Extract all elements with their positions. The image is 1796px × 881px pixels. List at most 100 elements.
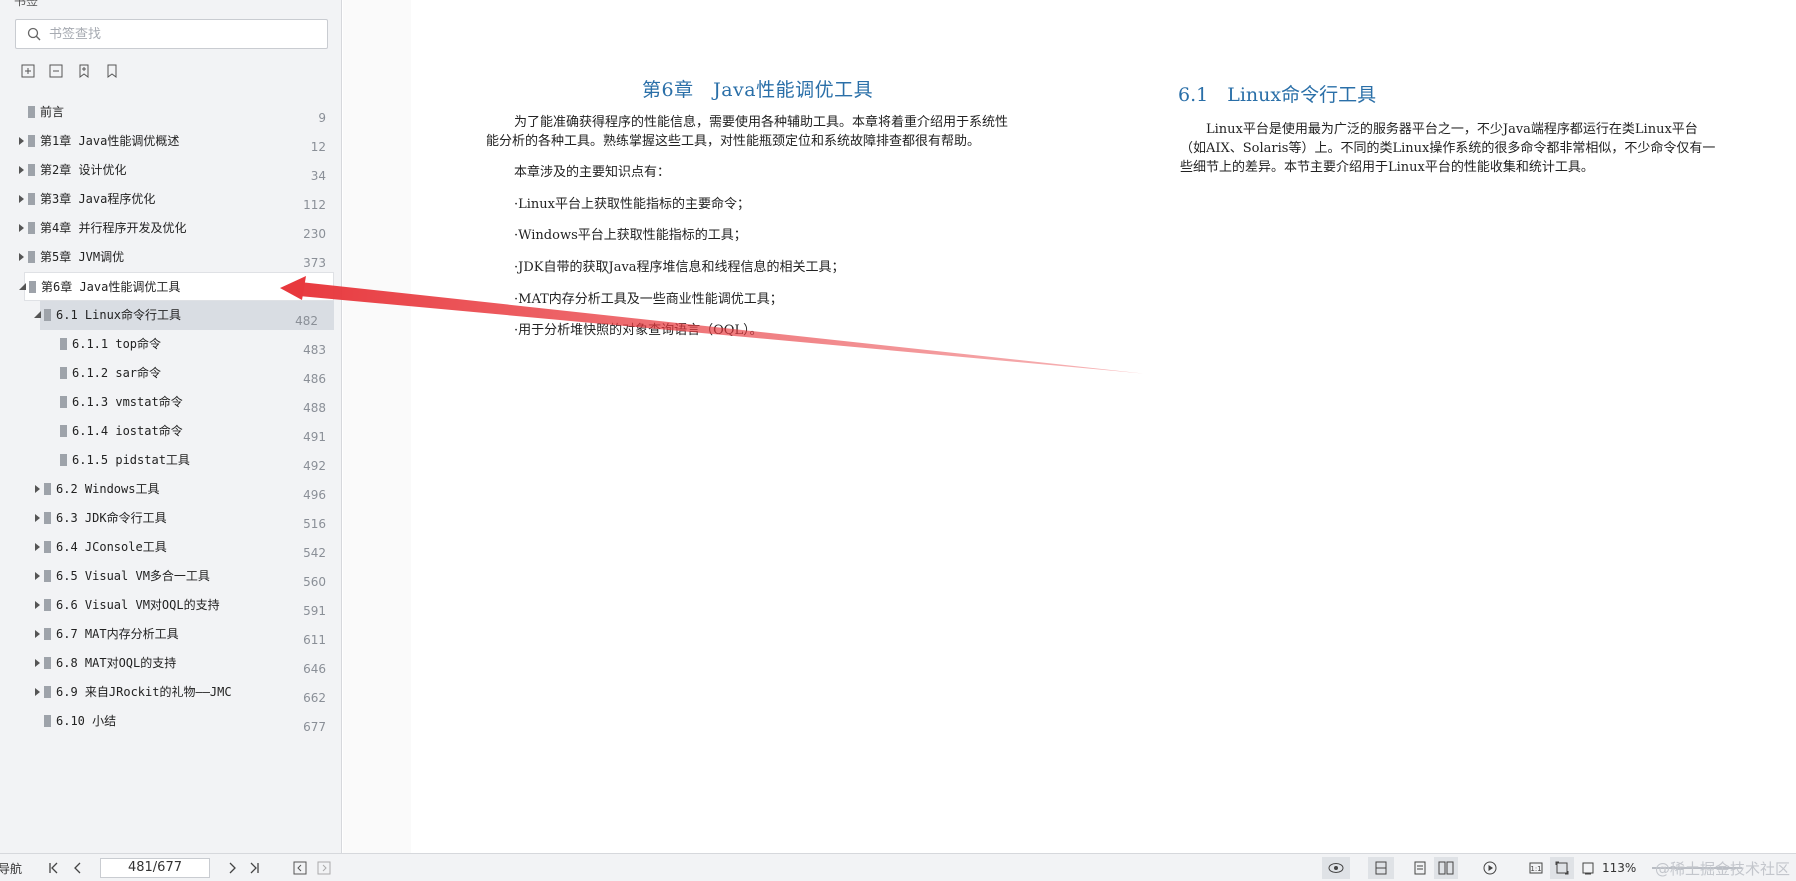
- point-2: ·Windows平台上获取性能指标的工具；: [514, 228, 747, 243]
- play-icon[interactable]: [1482, 860, 1498, 876]
- outline-item[interactable]: 第3章 Java程序优化 112: [0, 185, 342, 214]
- search-icon: [27, 27, 41, 41]
- outline-item-label: 6.6 Visual VM对OQL的支持: [56, 598, 220, 612]
- outline-item[interactable]: 第2章 设计优化 34: [0, 156, 342, 185]
- outline-item[interactable]: 6.2 Windows工具 496: [0, 475, 342, 504]
- outline-item[interactable]: 第4章 并行程序开发及优化 230: [0, 214, 342, 243]
- caret-right-icon[interactable]: [18, 195, 26, 203]
- first-page-icon[interactable]: [46, 860, 62, 876]
- bookmark-sidebar: 书签 前言 9 第1章 Java性能调优概述 12 第2章 设计优化 34 第3章 Java…: [0, 0, 342, 853]
- delete-bookmark-icon[interactable]: [104, 63, 120, 79]
- expand-all-icon[interactable]: [20, 63, 36, 79]
- collapse-all-icon[interactable]: [48, 63, 64, 79]
- read-mode-icon[interactable]: [1322, 857, 1350, 879]
- outline-item[interactable]: 6.8 MAT对OQL的支持 646: [0, 649, 342, 678]
- outline-item[interactable]: 6.3 JDK命令行工具 516: [0, 504, 342, 533]
- outline-item[interactable]: 6.1.1 top命令 483: [0, 330, 342, 359]
- caret-right-icon[interactable]: [34, 601, 42, 609]
- actual-size-icon[interactable]: 1:1: [1528, 860, 1544, 876]
- outline-item[interactable]: 6.6 Visual VM对OQL的支持 591: [0, 591, 342, 620]
- page-number-input[interactable]: 481/677: [100, 858, 210, 878]
- single-page-icon[interactable]: [1412, 860, 1428, 876]
- caret-right-icon[interactable]: [34, 630, 42, 638]
- caret-right-icon[interactable]: [34, 572, 42, 580]
- outline-item-label: 6.3 JDK命令行工具: [56, 511, 167, 525]
- outline-item-label: 6.10 小结: [56, 714, 117, 728]
- bookmark-outline-tree: 前言 9 第1章 Java性能调优概述 12 第2章 设计优化 34 第3章 Java程序优…: [0, 98, 342, 736]
- outline-item-label: 6.5 Visual VM多合一工具: [56, 569, 210, 583]
- section-body-line-2: （如AIX、Solaris等）上。不同的类Linux操作系统的很多命令都非常相似…: [1180, 141, 1716, 156]
- outline-item-label: 第4章 并行程序开发及优化: [40, 221, 187, 235]
- outline-item[interactable]: 6.1.4 iostat命令 491: [0, 417, 342, 446]
- bookmark-icon: [44, 309, 51, 321]
- next-page-icon[interactable]: [224, 860, 240, 876]
- outline-item-label: 6.4 JConsole工具: [56, 540, 167, 554]
- outline-item-label: 6.1.1 top命令: [72, 337, 162, 351]
- outline-item-page: 12: [310, 140, 326, 154]
- outline-item-page: 560: [303, 575, 326, 589]
- outline-item[interactable]: 第1章 Java性能调优概述 12: [0, 127, 342, 156]
- forward-icon[interactable]: [316, 860, 332, 876]
- outline-item-label: 第1章 Java性能调优概述: [40, 134, 180, 148]
- caret-down-icon[interactable]: [19, 283, 27, 291]
- bookmark-search-box[interactable]: [15, 19, 328, 49]
- caret-right-icon[interactable]: [34, 514, 42, 522]
- fit-page-icon[interactable]: [1550, 857, 1574, 879]
- outline-item-page: 491: [303, 430, 326, 444]
- continuous-scroll-icon[interactable]: [1368, 857, 1394, 879]
- outline-item[interactable]: 6.1.2 sar命令 486: [0, 359, 342, 388]
- outline-item[interactable]: 第5章 JVM调优 373: [0, 243, 342, 272]
- caret-right-icon[interactable]: [34, 485, 42, 493]
- prev-page-icon[interactable]: [70, 860, 86, 876]
- caret-right-icon[interactable]: [34, 543, 42, 551]
- caret-right-icon[interactable]: [18, 253, 26, 261]
- nav-label[interactable]: 导航: [0, 860, 22, 877]
- outline-item[interactable]: 6.5 Visual VM多合一工具 560: [0, 562, 342, 591]
- chapter-intro-line-2: 能分析的各种工具。熟练掌握这些工具，对性能瓶颈定位和系统故障排查都很有帮助。: [486, 134, 981, 149]
- outline-item-page: 112: [303, 198, 326, 212]
- outline-item-label: 6.1.2 sar命令: [72, 366, 162, 380]
- caret-right-icon[interactable]: [34, 659, 42, 667]
- back-icon[interactable]: [292, 860, 308, 876]
- outline-item[interactable]: 6.9 来自JRockit的礼物——JMC 662: [0, 678, 342, 707]
- bookmark-icon: [44, 686, 51, 698]
- bookmark-icon: [28, 106, 35, 118]
- outline-item[interactable]: 6.4 JConsole工具 542: [0, 533, 342, 562]
- outline-item-page: 542: [303, 546, 326, 560]
- bookmark-icon: [44, 657, 51, 669]
- outline-item[interactable]: 6.7 MAT内存分析工具 611: [0, 620, 342, 649]
- bookmark-icon: [44, 570, 51, 582]
- outline-item[interactable]: 6.1.3 vmstat命令 488: [0, 388, 342, 417]
- caret-right-icon[interactable]: [34, 688, 42, 696]
- outline-item-page: 611: [303, 633, 326, 647]
- point-5: ·用于分析堆快照的对象查询语言（OQL）。: [514, 323, 763, 338]
- outline-item[interactable]: 第6章 Java性能调优工具: [19, 272, 334, 301]
- outline-item[interactable]: 6.1 Linux命令行工具 482: [34, 301, 334, 330]
- caret-right-icon[interactable]: [18, 224, 26, 232]
- caret-right-icon[interactable]: [18, 137, 26, 145]
- bookmark-icon: [28, 135, 35, 147]
- chapter-title: 第6章 Java性能调优工具: [642, 79, 874, 101]
- fit-width-icon[interactable]: [1580, 860, 1596, 876]
- outline-item-page: 488: [303, 401, 326, 415]
- outline-item-label: 第3章 Java程序优化: [40, 192, 156, 206]
- add-bookmark-icon[interactable]: [76, 63, 92, 79]
- caret-right-icon[interactable]: [18, 166, 26, 174]
- bookmark-icon: [44, 483, 51, 495]
- sidebar-header: 书签: [0, 0, 342, 8]
- last-page-icon[interactable]: [246, 860, 262, 876]
- bookmark-icon: [60, 396, 67, 408]
- bookmark-search-input[interactable]: [49, 26, 309, 42]
- two-page-icon[interactable]: [1434, 857, 1458, 879]
- outline-item-page: 9: [318, 111, 326, 125]
- outline-item-page: 373: [303, 256, 326, 270]
- caret-down-icon[interactable]: [34, 311, 42, 319]
- svg-text:1:1: 1:1: [1530, 865, 1541, 873]
- sidebar-title: 书签: [14, 0, 39, 8]
- outline-item[interactable]: 前言 9: [0, 98, 342, 127]
- outline-item[interactable]: 6.10 小结 677: [0, 707, 342, 736]
- outline-item[interactable]: 6.1.5 pidstat工具 492: [0, 446, 342, 475]
- zoom-level[interactable]: 113%: [1602, 861, 1636, 875]
- bookmark-icon: [44, 541, 51, 553]
- outline-item-page: 591: [303, 604, 326, 618]
